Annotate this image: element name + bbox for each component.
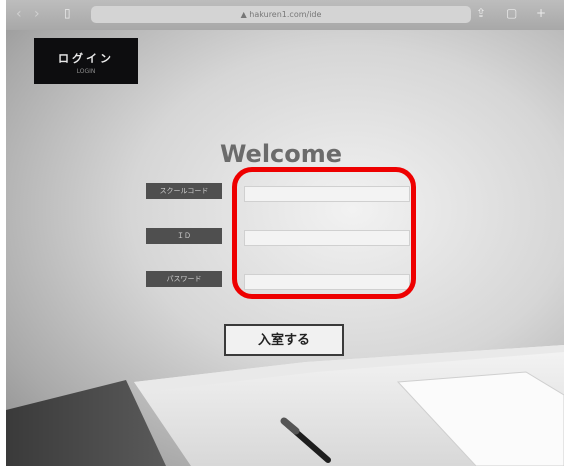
desk-foreground — [6, 345, 564, 466]
photo-frame: ‹ › ▯ ▲ hakuren1.com/ide ⇪ ▢ + ログイン LOGI… — [6, 0, 564, 466]
